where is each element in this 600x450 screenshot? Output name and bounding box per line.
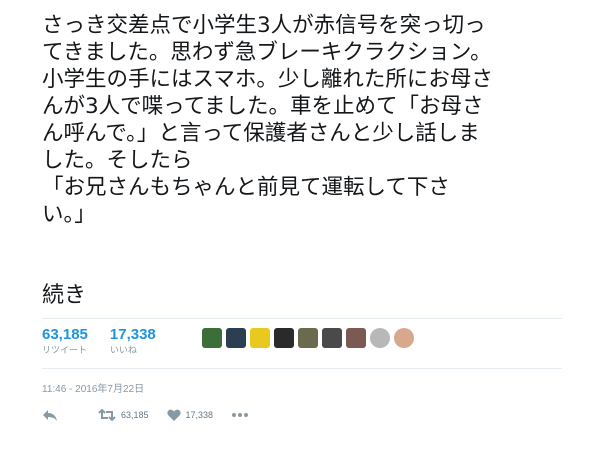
tweet-line: ん呼んで。」と言って保護者さんと少し話しま [42, 121, 480, 146]
more-icon [231, 412, 249, 418]
tweet-timestamp[interactable]: 11:46 - 2016年7月22日 [42, 380, 144, 395]
tweet-actions: 63,185 17,338 [42, 405, 267, 425]
liker-avatar[interactable] [322, 328, 342, 348]
retweet-button[interactable]: 63,185 [98, 408, 149, 422]
liker-avatar[interactable] [298, 328, 318, 348]
retweet-label: リツイート [42, 346, 88, 356]
like-stat[interactable]: 17,338 いいね [110, 327, 156, 357]
tweet-stats: 63,185 リツイート 17,338 いいね [42, 327, 178, 363]
liker-avatar[interactable] [346, 328, 366, 348]
retweet-action-count: 63,185 [121, 410, 149, 420]
like-label: いいね [109, 346, 137, 356]
continue-link[interactable]: 続き [42, 282, 86, 310]
liker-avatar[interactable] [250, 328, 270, 348]
tweet-line: した。そしたら [42, 148, 193, 173]
tweet-line: んが3人で喋ってました。車を止めて「お母さ [42, 94, 484, 119]
tweet-text: さっき交差点で小学生3人が赤信号を突っ切っ てきました。思わず急ブレーキクラクシ… [42, 12, 587, 228]
liker-avatar[interactable] [370, 328, 390, 348]
reply-button[interactable] [42, 408, 58, 422]
tweet-line: てきました。思わず急ブレーキクラクション。 [42, 40, 492, 65]
divider [42, 318, 562, 319]
heart-icon [166, 409, 181, 422]
liker-avatar[interactable] [202, 328, 222, 348]
divider [42, 368, 562, 369]
liker-avatar[interactable] [274, 328, 294, 348]
tweet-line: さっき交差点で小学生3人が赤信号を突っ切っ [42, 13, 486, 38]
like-action-count: 17,338 [185, 410, 214, 420]
more-button[interactable] [231, 412, 249, 418]
reply-icon [42, 408, 58, 422]
liker-avatar[interactable] [226, 328, 246, 348]
tweet-line: 小学生の手にはスマホ。少し離れた所にお母さ [42, 67, 493, 92]
retweet-stat[interactable]: 63,185 リツイート [42, 327, 88, 357]
tweet-line: い。」 [42, 202, 96, 227]
like-button[interactable]: 17,338 [166, 409, 214, 422]
liker-avatars [202, 328, 414, 348]
retweet-icon [98, 408, 116, 422]
like-count: 17,338 [109, 326, 156, 343]
tweet-line: 「お兄さんもちゃんと前見て運転して下さ [42, 175, 450, 200]
liker-avatar[interactable] [394, 328, 414, 348]
retweet-count: 63,185 [42, 326, 88, 343]
